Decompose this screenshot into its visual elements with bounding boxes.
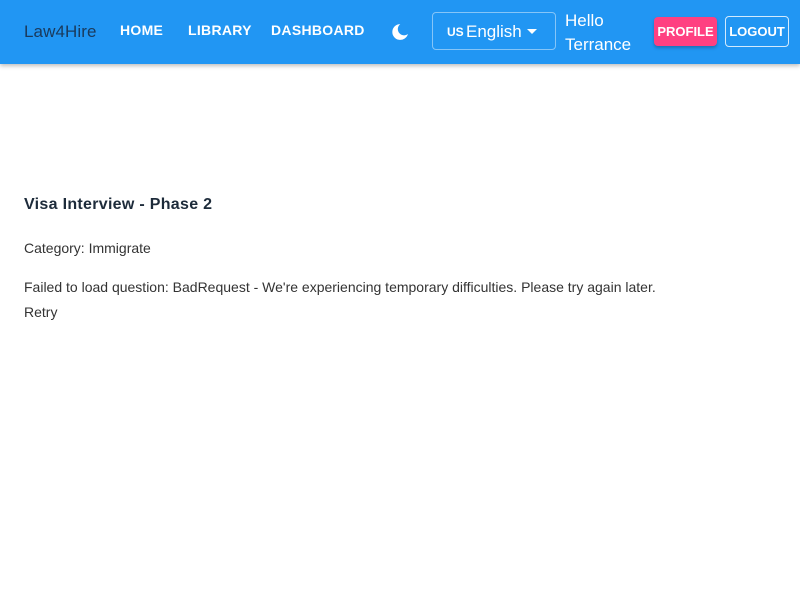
- category-label: Category: Immigrate: [24, 240, 151, 256]
- nav-library-button[interactable]: LIBRARY: [188, 22, 252, 38]
- us-flag-icon: US: [447, 25, 464, 39]
- user-greeting: Hello Terrance: [565, 11, 632, 54]
- language-select[interactable]: US English: [432, 12, 556, 50]
- app-bar: Law4Hire HOME LIBRARY DASHBOARD US Engli…: [0, 0, 800, 64]
- moon-icon[interactable]: [390, 22, 410, 42]
- profile-button[interactable]: PROFILE: [654, 17, 717, 46]
- nav-home-button[interactable]: HOME: [120, 22, 163, 38]
- retry-button[interactable]: Retry: [24, 304, 57, 320]
- language-selected-value: English: [466, 22, 522, 41]
- nav-dashboard-button[interactable]: DASHBOARD: [271, 22, 365, 38]
- logout-button[interactable]: LOGOUT: [725, 16, 789, 47]
- error-message: Failed to load question: BadRequest - We…: [24, 279, 656, 295]
- page-title: Visa Interview - Phase 2: [24, 196, 213, 213]
- brand-logo[interactable]: Law4Hire: [24, 22, 97, 42]
- caret-down-icon: [527, 29, 537, 34]
